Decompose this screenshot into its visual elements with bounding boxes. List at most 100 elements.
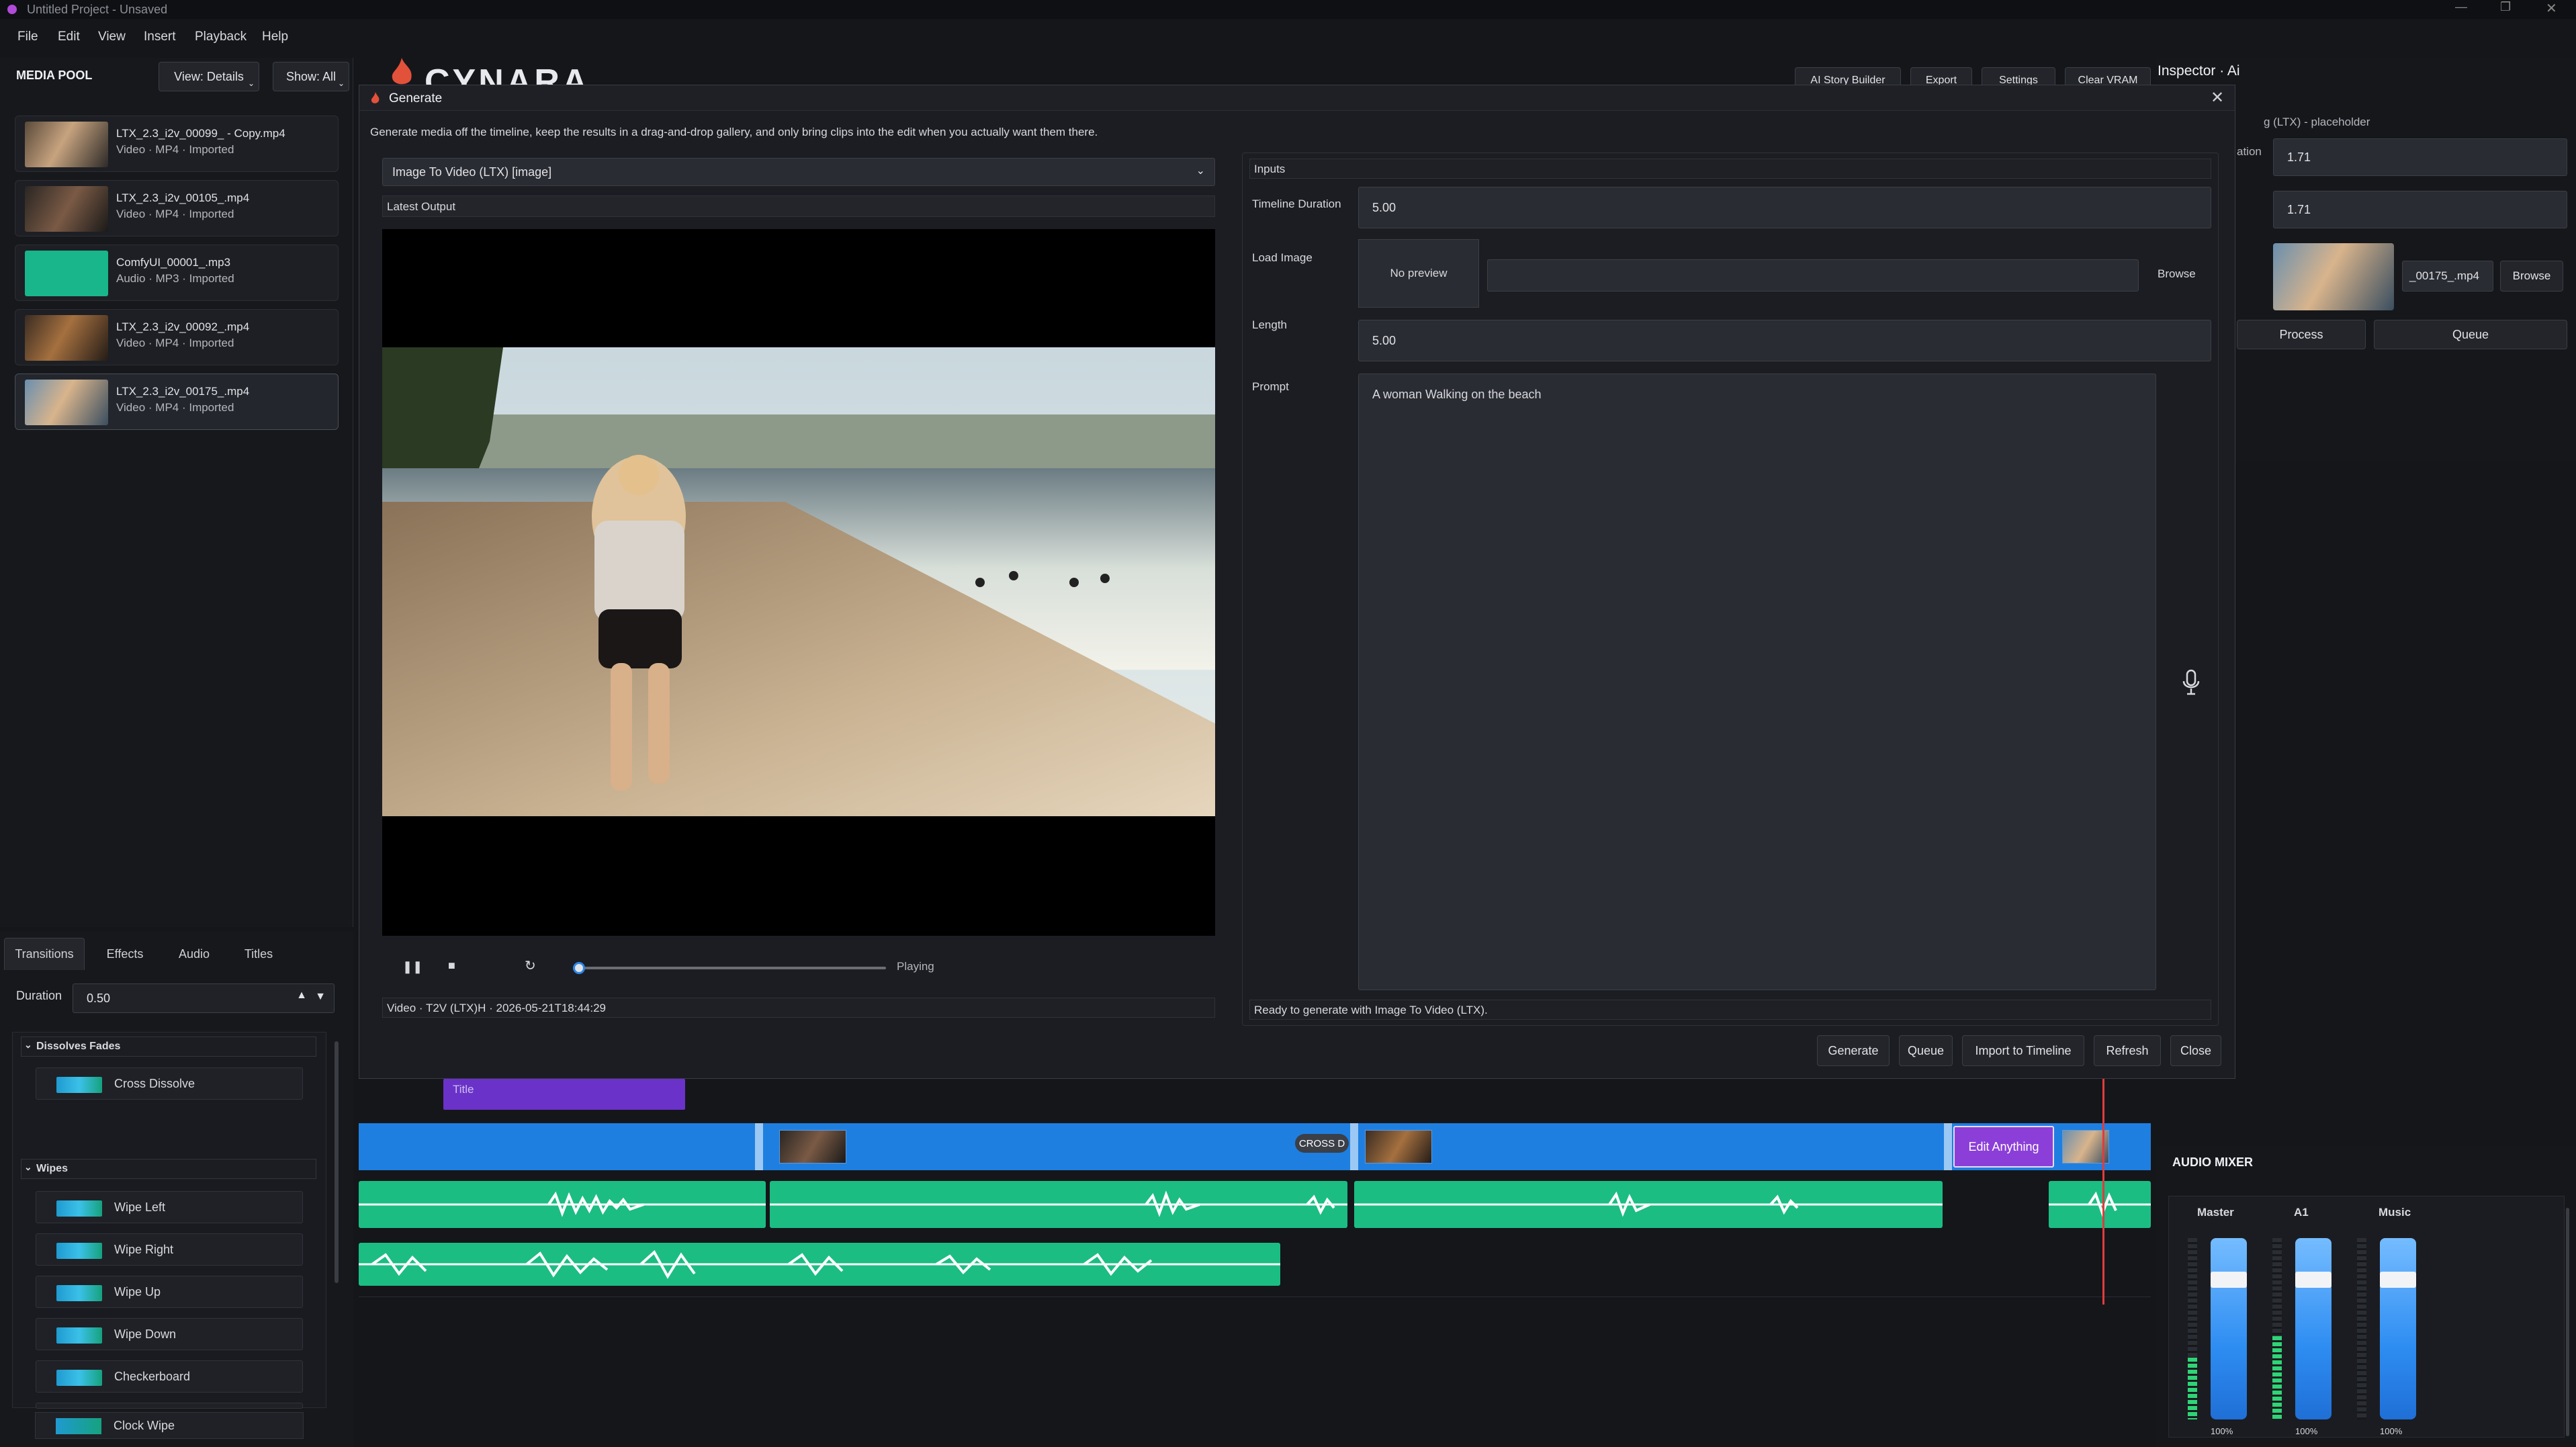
scrubber-handle[interactable] [573, 962, 586, 974]
channel-level-master: 100% [2211, 1426, 2233, 1436]
clip-thumbnail [779, 1130, 846, 1164]
transition-wipe-left[interactable]: Wipe Left [36, 1191, 303, 1223]
timeline-duration-input[interactable]: 5.00 [1358, 187, 2211, 228]
media-thumbnail [25, 186, 108, 232]
media-item[interactable]: ComfyUI_00001_.mp3 Audio · MP3 · Importe… [15, 245, 339, 301]
music-clip[interactable] [359, 1243, 1280, 1286]
stop-icon[interactable]: ■ [448, 959, 455, 973]
close-button[interactable]: Close [2170, 1035, 2221, 1066]
mixer-strips: Master 100% A1 100% Music 100% [2168, 1196, 2565, 1438]
media-thumbnail [25, 122, 108, 167]
refresh-button[interactable]: Refresh [2094, 1035, 2161, 1066]
transition-wipe-up[interactable]: Wipe Up [36, 1276, 303, 1308]
generate-button[interactable]: Generate [1817, 1035, 1890, 1066]
clip-handle[interactable] [755, 1123, 763, 1170]
video-track[interactable] [359, 1123, 2151, 1170]
playback-scrubber[interactable] [573, 962, 886, 974]
timeline-duration-label: Timeline Duration [1252, 198, 1341, 210]
tab-effects[interactable]: Effects [91, 938, 159, 970]
image-path-input[interactable] [1487, 259, 2139, 292]
tab-titles[interactable]: Titles [230, 938, 287, 970]
prompt-textarea[interactable]: A woman Walking on the beach [1358, 374, 2156, 990]
inspector-file-field[interactable]: _00175_.mp4 [2402, 261, 2493, 292]
length-input[interactable]: 5.00 [1358, 320, 2211, 361]
close-window-icon[interactable]: ✕ [2546, 0, 2557, 17]
process-button[interactable]: Process [2237, 320, 2366, 349]
inspector-title: Inspector · Ai [2158, 63, 2240, 79]
decrement-icon[interactable]: ▼ [315, 991, 326, 1003]
image-preview-placeholder[interactable]: No preview [1358, 239, 1479, 308]
audio-clip[interactable] [770, 1181, 1347, 1228]
clip-handle[interactable] [1350, 1123, 1358, 1170]
flame-icon [371, 92, 380, 103]
fader-knob-master[interactable] [2211, 1272, 2247, 1288]
audio-mixer-panel: AUDIO MIXER Master 100% A1 100% Music 10… [2156, 1146, 2576, 1447]
replay-icon[interactable]: ↻ [525, 957, 536, 974]
media-item-selected[interactable]: LTX_2.3_i2v_00175_.mp4 Video · MP4 · Imp… [15, 374, 339, 430]
inspector-browse-button[interactable]: Browse [2500, 261, 2563, 292]
transition-checkerboard[interactable]: Checkerboard [36, 1360, 303, 1393]
menu-view[interactable]: View [98, 30, 126, 44]
tab-transitions[interactable]: Transitions [4, 938, 85, 970]
audio-clip[interactable] [2049, 1181, 2151, 1228]
import-to-timeline-button[interactable]: Import to Timeline [1962, 1035, 2084, 1066]
media-item[interactable]: LTX_2.3_i2v_00099_ - Copy.mp4 Video · MP… [15, 116, 339, 172]
menu-help[interactable]: Help [262, 30, 288, 44]
tab-audio[interactable]: Audio [165, 938, 223, 970]
clip-handle[interactable] [1944, 1123, 1952, 1170]
fader-master[interactable] [2211, 1238, 2247, 1419]
channel-level-a1: 100% [2295, 1426, 2318, 1436]
media-item[interactable]: LTX_2.3_i2v_00105_.mp4 Video · MP4 · Imp… [15, 180, 339, 236]
transition-clock-wipe-row[interactable]: Clock Wipe [35, 1412, 304, 1439]
microphone-icon[interactable] [2182, 669, 2201, 696]
media-thumbnail [25, 380, 108, 425]
minimize-icon[interactable]: — [2455, 0, 2467, 14]
inspector-subtitle: g (LTX) - placeholder [2264, 116, 2370, 128]
transition-clock-wipe[interactable] [36, 1403, 303, 1409]
playhead[interactable] [2102, 1079, 2104, 1305]
transition-wipe-down[interactable]: Wipe Down [36, 1318, 303, 1350]
prompt-label: Prompt [1252, 380, 1289, 393]
output-info: Video · T2V (LTX)H · 2026-05-21T18:44:29 [382, 998, 1215, 1018]
workflow-select[interactable]: Image To Video (LTX) [image] ⌄ [382, 158, 1215, 186]
inspector-value-1[interactable]: 1.71 [2273, 138, 2567, 176]
queue-button[interactable]: Queue [1899, 1035, 1953, 1066]
inspector-value-2[interactable]: 1.71 [2273, 191, 2567, 228]
menu-playback[interactable]: Playback [195, 30, 247, 44]
media-item[interactable]: LTX_2.3_i2v_00092_.mp4 Video · MP4 · Imp… [15, 309, 339, 365]
restore-icon[interactable]: ❐ [2500, 0, 2511, 14]
view-details-dropdown[interactable]: View: Details ⌄ [159, 62, 259, 91]
fader-knob-music[interactable] [2380, 1272, 2416, 1288]
latest-output-header: Latest Output [382, 195, 1215, 217]
fader-knob-a1[interactable] [2295, 1272, 2331, 1288]
menu-file[interactable]: File [17, 30, 38, 44]
level-meter [2357, 1238, 2366, 1419]
group-wipes[interactable]: ⌄ Wipes [21, 1159, 316, 1179]
title-clip[interactable]: Title [443, 1079, 685, 1110]
transition-swatch [56, 1285, 102, 1301]
pause-icon[interactable]: ❚❚ [402, 960, 423, 974]
transition-cross-dissolve[interactable]: Cross Dissolve [36, 1067, 303, 1100]
audio-clip[interactable] [359, 1181, 766, 1228]
duration-stepper[interactable]: 0.50 ▲ ▼ [73, 983, 335, 1013]
channel-level-music: 100% [2380, 1426, 2403, 1436]
fader-a1[interactable] [2295, 1238, 2331, 1419]
scrollbar[interactable] [335, 1041, 339, 1283]
group-dissolves-fades[interactable]: ⌄ Dissolves Fades [21, 1037, 316, 1057]
channel-name-a1: A1 [2294, 1206, 2309, 1219]
audio-clip[interactable] [1354, 1181, 1943, 1228]
edit-anything-clip[interactable]: Edit Anything [1953, 1126, 2054, 1168]
scrollbar[interactable] [2566, 1208, 2569, 1436]
menu-edit[interactable]: Edit [58, 30, 80, 44]
fader-music[interactable] [2380, 1238, 2416, 1419]
increment-icon[interactable]: ▲ [296, 990, 307, 1002]
browse-button[interactable]: Browse [2158, 267, 2196, 281]
show-all-dropdown[interactable]: Show: All ⌄ [273, 62, 349, 91]
transition-wipe-right[interactable]: Wipe Right [36, 1233, 303, 1266]
menu-insert[interactable]: Insert [144, 30, 176, 44]
close-icon[interactable]: ✕ [2211, 88, 2224, 107]
transition-badge[interactable]: CROSS D [1295, 1134, 1349, 1153]
dialog-titlebar: Generate ✕ [359, 85, 2235, 111]
video-preview[interactable] [382, 229, 1215, 936]
inspector-queue-button[interactable]: Queue [2374, 320, 2567, 349]
